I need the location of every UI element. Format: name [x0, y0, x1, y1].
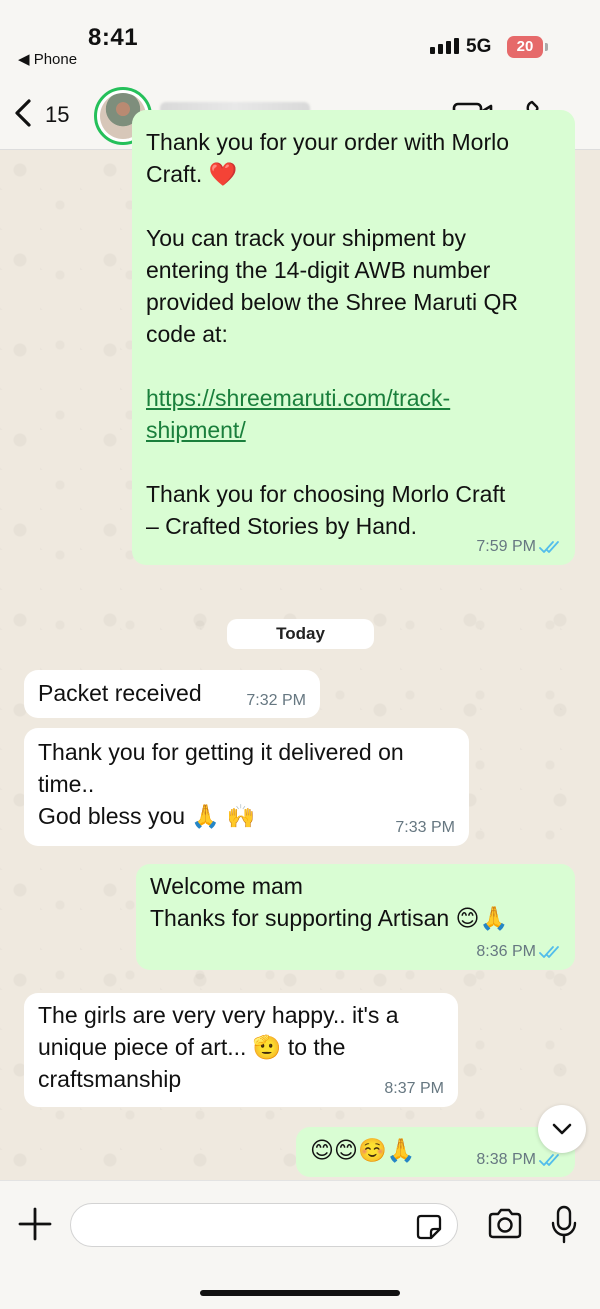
network-label: 5G [466, 36, 492, 57]
message-bubble-incoming[interactable]: Packet received 7:32 PM [24, 670, 320, 718]
message-text: craftsmanship [38, 1066, 182, 1092]
message-bubble-incoming[interactable]: Thank you for getting it delivered on ti… [24, 728, 469, 846]
plus-icon[interactable] [16, 1205, 54, 1243]
sticker-icon[interactable] [414, 1213, 444, 1241]
signal-icon [430, 38, 459, 54]
date-separator: Today [227, 619, 374, 649]
read-receipt-icon [539, 1154, 559, 1166]
message-bubble-outgoing[interactable]: Welcome mam Thanks for supporting Artisa… [136, 864, 575, 970]
message-text: The girls are very very happy.. it's a [38, 1002, 399, 1028]
home-indicator [200, 1290, 400, 1296]
message-meta: 8:38 PM [476, 1152, 561, 1168]
message-meta: 7:59 PM [476, 539, 561, 555]
chevron-down-icon [552, 1123, 572, 1135]
message-text: Packet received [38, 680, 202, 706]
message-meta: 8:37 PM [384, 1080, 444, 1097]
back-chevron-icon[interactable] [12, 98, 34, 128]
status-bar: 8:41 ◀ Phone 5G 20 [0, 0, 600, 80]
unread-count[interactable]: 15 [45, 102, 69, 128]
battery-icon: 20 [507, 36, 548, 58]
read-receipt-icon [539, 946, 559, 958]
message-meta: 7:33 PM [395, 819, 455, 836]
read-receipt-icon [539, 541, 559, 553]
message-bubble-outgoing[interactable]: 😊😊☺️🙏 8:38 PM [296, 1127, 575, 1177]
message-text: time.. [38, 771, 95, 797]
message-text: Thank you for getting it delivered on [38, 739, 404, 765]
message-text: Thanks for supporting Artisan 😊🙏 [150, 905, 509, 931]
tracking-link[interactable]: shipment/ [146, 414, 246, 446]
message-bubble-outgoing[interactable]: Thank you for your order with Morlo Craf… [132, 110, 575, 565]
message-text: God bless you 🙏 🙌 [38, 803, 256, 829]
status-time: 8:41 [88, 24, 139, 51]
back-to-app-link[interactable]: ◀ Phone [18, 50, 77, 68]
message-bubble-incoming[interactable]: The girls are very very happy.. it's a u… [24, 993, 458, 1107]
message-text: unique piece of art... 🫡 to the [38, 1034, 346, 1060]
message-text: 😊😊☺️🙏 [310, 1138, 416, 1164]
microphone-icon[interactable] [550, 1205, 578, 1245]
message-text: Welcome mam [150, 873, 303, 899]
message-text: Thank you for your order with Morlo Craf… [146, 126, 561, 542]
tracking-link[interactable]: https://shreemaruti.com/track- [146, 382, 561, 414]
scroll-to-bottom-button[interactable] [538, 1105, 586, 1153]
message-meta: 7:32 PM [246, 692, 306, 709]
message-meta: 8:36 PM [476, 944, 561, 960]
message-input[interactable] [70, 1203, 458, 1247]
camera-icon[interactable] [486, 1208, 524, 1240]
